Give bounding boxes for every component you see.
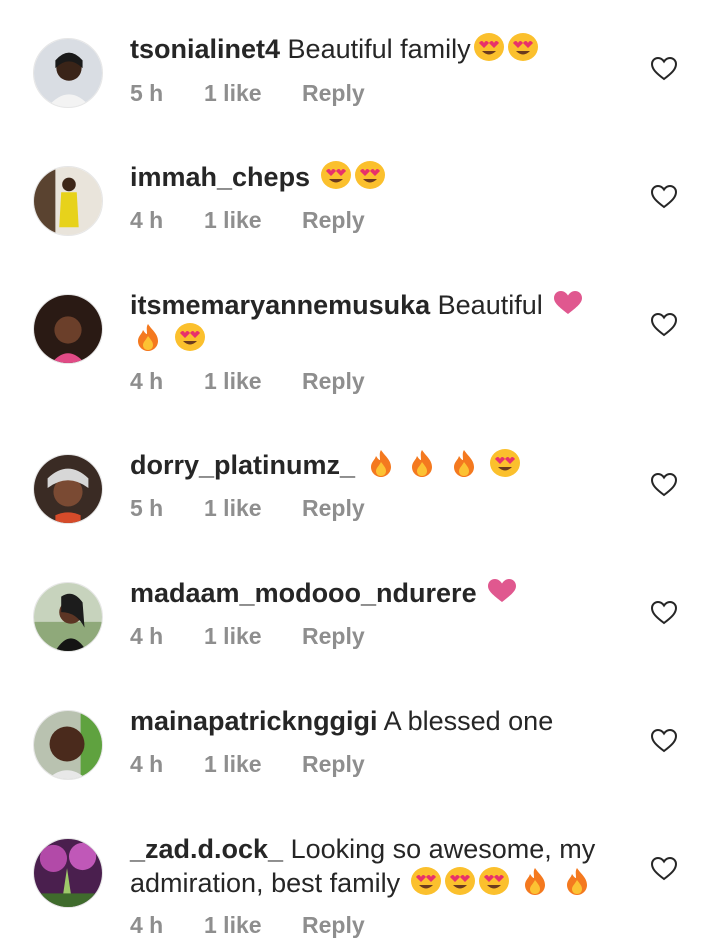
comment-time: 4 h — [130, 623, 164, 649]
reply-button[interactable]: Reply — [302, 368, 365, 395]
comment-time: 4 h — [130, 912, 164, 938]
comment-meta: 4 h 1 like Reply — [130, 623, 365, 650]
comment-text: immah_cheps — [130, 160, 620, 194]
comment-likes[interactable]: 1 like — [204, 207, 302, 234]
avatar[interactable] — [33, 710, 103, 780]
comment-meta: 4 h 1 like Reply — [130, 368, 365, 395]
comment-likes[interactable]: 1 like — [204, 495, 302, 522]
reply-button[interactable]: Reply — [302, 912, 365, 939]
heart-eyes-emoji-icon — [354, 160, 386, 190]
fire-emoji-icon — [561, 866, 593, 896]
heart-eyes-emoji-icon — [473, 32, 505, 62]
fire-emoji-icon — [519, 866, 551, 896]
avatar[interactable] — [33, 838, 103, 908]
fire-emoji-icon — [406, 448, 438, 478]
reply-button[interactable]: Reply — [302, 207, 365, 234]
comment-text: mainapatricknggigi A blessed one — [130, 704, 620, 738]
comment-likes[interactable]: 1 like — [204, 623, 302, 650]
like-heart-icon[interactable] — [650, 600, 678, 625]
comment-text: madaam_modooo_ndurere — [130, 576, 620, 610]
comment-body: A blessed one — [383, 706, 554, 736]
pink-heart-emoji-icon — [486, 576, 518, 606]
heart-eyes-emoji-icon — [444, 866, 476, 896]
heart-eyes-emoji-icon — [320, 160, 352, 190]
comment-text: dorry_platinumz_ — [130, 448, 620, 482]
like-heart-icon[interactable] — [650, 184, 678, 209]
heart-eyes-emoji-icon — [174, 322, 206, 352]
pink-heart-emoji-icon — [552, 288, 584, 318]
comment-text: tsonialinet4 Beautiful family — [130, 32, 620, 66]
comment-text: _zad.d.ock_ Looking so awesome, my admir… — [130, 832, 620, 900]
comment-username[interactable]: _zad.d.ock_ — [130, 834, 283, 864]
comment-username[interactable]: tsonialinet4 — [130, 34, 280, 64]
comment-time: 4 h — [130, 751, 164, 777]
heart-eyes-emoji-icon — [478, 866, 510, 896]
like-heart-icon[interactable] — [650, 728, 678, 753]
avatar[interactable] — [33, 166, 103, 236]
comment-likes[interactable]: 1 like — [204, 912, 302, 939]
comment-meta: 5 h 1 like Reply — [130, 80, 365, 107]
comment-username[interactable]: dorry_platinumz_ — [130, 450, 355, 480]
reply-button[interactable]: Reply — [302, 623, 365, 650]
comment-time: 4 h — [130, 368, 164, 394]
comment-body: Beautiful family — [287, 34, 471, 64]
comment-username[interactable]: itsmemaryannemusuka — [130, 290, 430, 320]
fire-emoji-icon — [365, 448, 397, 478]
avatar[interactable] — [33, 454, 103, 524]
like-heart-icon[interactable] — [650, 472, 678, 497]
avatar[interactable] — [33, 582, 103, 652]
comment-meta: 4 h 1 like Reply — [130, 751, 365, 778]
comment-meta: 4 h 1 like Reply — [130, 912, 365, 939]
avatar[interactable] — [33, 38, 103, 108]
like-heart-icon[interactable] — [650, 856, 678, 881]
heart-eyes-emoji-icon — [489, 448, 521, 478]
comment-text: itsmemaryannemusuka Beautiful — [130, 288, 620, 356]
comment-time: 5 h — [130, 495, 164, 521]
comment-username[interactable]: madaam_modooo_ndurere — [130, 578, 477, 608]
comment-username[interactable]: immah_cheps — [130, 162, 310, 192]
comment-meta: 4 h 1 like Reply — [130, 207, 365, 234]
comment-likes[interactable]: 1 like — [204, 368, 302, 395]
like-heart-icon[interactable] — [650, 312, 678, 337]
reply-button[interactable]: Reply — [302, 80, 365, 107]
fire-emoji-icon — [448, 448, 480, 478]
fire-emoji-icon — [132, 322, 164, 352]
comment-time: 5 h — [130, 80, 164, 106]
like-heart-icon[interactable] — [650, 56, 678, 81]
reply-button[interactable]: Reply — [302, 751, 365, 778]
heart-eyes-emoji-icon — [507, 32, 539, 62]
comment-meta: 5 h 1 like Reply — [130, 495, 365, 522]
comment-likes[interactable]: 1 like — [204, 751, 302, 778]
comment-time: 4 h — [130, 207, 164, 233]
comment-body: Beautiful — [437, 290, 543, 320]
comment-username[interactable]: mainapatricknggigi — [130, 706, 378, 736]
avatar[interactable] — [33, 294, 103, 364]
heart-eyes-emoji-icon — [410, 866, 442, 896]
reply-button[interactable]: Reply — [302, 495, 365, 522]
comment-likes[interactable]: 1 like — [204, 80, 302, 107]
